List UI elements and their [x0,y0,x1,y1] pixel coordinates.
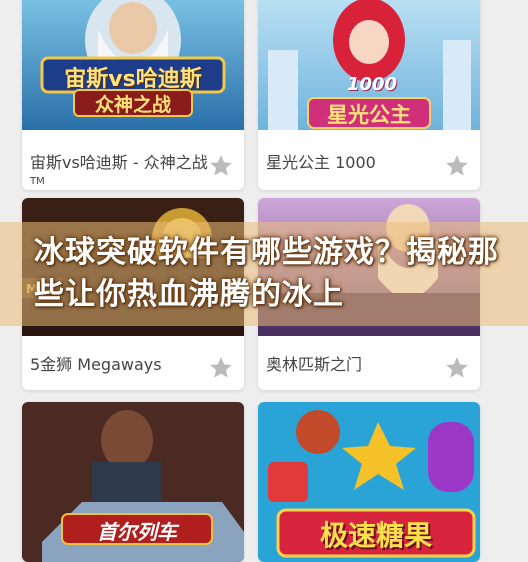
game-card-starlight-princess[interactable]: 1000 星光公主 星光公主 1000 [258,0,480,190]
game-title: 宙斯vs哈迪斯 - 众神之战 [30,153,208,172]
art-title: 星光公主 [327,103,411,127]
trademark-text: TM [30,176,45,187]
game-card-sugar-rush[interactable]: 极速糖果 [258,402,480,562]
game-card-seoul-train[interactable]: 首尔列车 [22,402,244,562]
star-icon[interactable] [208,355,234,381]
art-title: 极速糖果 [319,519,432,552]
game-thumbnail[interactable]: 极速糖果 [258,402,480,562]
game-title: 奥林匹斯之门 [266,355,363,374]
star-icon[interactable] [444,355,470,381]
art-title-top: 宙斯vs哈迪斯 [64,67,202,92]
star-icon[interactable] [444,153,470,179]
game-card-zeus-vs-hades[interactable]: 宙斯vs哈迪斯 众神之战 宙斯vs哈迪斯 - 众神之战 TM [22,0,244,190]
art-number: 1000 [346,74,398,95]
art-title-bottom: 众神之战 [94,94,171,116]
game-thumbnail[interactable]: 首尔列车 [22,402,244,562]
game-title: 5金狮 Megaways [30,355,162,374]
headline-text: 冰球突破软件有哪些游戏？揭秘那些让你热血沸腾的冰上 [34,235,499,312]
game-title: 星光公主 1000 [266,153,376,172]
game-thumbnail[interactable]: 1000 星光公主 [258,0,480,130]
star-icon[interactable] [208,153,234,179]
art-title: 首尔列车 [97,520,177,544]
game-thumbnail[interactable]: 宙斯vs哈迪斯 众神之战 [22,0,244,130]
